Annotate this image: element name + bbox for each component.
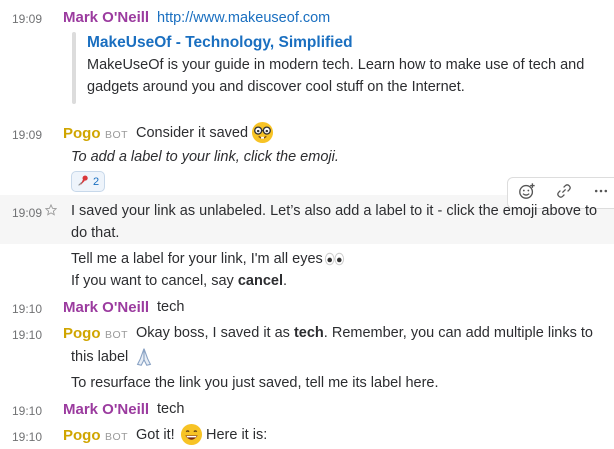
grinning-face-icon [180,423,203,449]
message-timestamp[interactable]: 19:10 [12,430,42,444]
message-text: Here it is: [206,427,268,443]
message-timestamp[interactable]: 19:10 [12,302,42,316]
pushpin-icon [77,174,90,190]
message-timestamp[interactable]: 19:09 [12,12,42,26]
eyes-icon [323,250,346,272]
bot-badge: BOT [105,329,129,341]
author-name[interactable]: Mark O'Neill [63,9,149,26]
author-name[interactable]: Pogo [63,427,101,444]
author-name[interactable]: Pogo [63,125,101,142]
message-timestamp[interactable]: 19:09 [12,128,42,142]
message-text: Okay boss, I saved it as tech. Remember,… [136,325,593,341]
message-text: tech [157,299,185,315]
unfurl-title[interactable]: MakeUseOf - Technology, Simplified [87,34,353,52]
add-reaction-icon [518,182,536,204]
message-timestamp[interactable]: 19:10 [12,328,42,342]
message-text: Got it! [136,427,175,443]
message-text: do that. [71,225,120,241]
praying-hands-icon [133,346,155,372]
more-actions-icon [593,183,609,203]
bot-badge: BOT [105,129,129,141]
message-timestamp[interactable]: 19:10 [12,404,42,418]
reaction-count: 2 [92,175,100,188]
star-icon[interactable] [44,203,58,220]
message-text: If you want to cancel, say cancel. [71,273,288,289]
nerd-face-icon [251,121,274,148]
unfurl-border [72,32,76,104]
message-text: tech [157,401,185,417]
message-text: To resurface the link you just saved, te… [71,375,439,391]
author-name[interactable]: Mark O'Neill [63,299,149,316]
unfurl-description-line: MakeUseOf is your guide in modern tech. … [87,57,585,73]
unfurl-description-line: gadgets around you and discover cool stu… [87,79,465,95]
message-timestamp[interactable]: 19:09 [12,206,42,220]
message-link[interactable]: http://www.makeuseof.com [157,10,330,26]
author-name[interactable]: Pogo [63,325,101,342]
message-hint: To add a label to your link, click the e… [71,149,339,165]
bot-badge: BOT [105,431,129,443]
message-text: I saved your link as unlabeled. Let’s al… [71,203,598,219]
message-text: Tell me a label for your link, I'm all e… [71,251,323,267]
author-name[interactable]: Mark O'Neill [63,401,149,418]
reaction-pushpin[interactable]: 2 [71,171,105,192]
link-icon [556,183,572,203]
message-text: this label [71,349,129,365]
message-text: Consider it saved [136,125,249,141]
